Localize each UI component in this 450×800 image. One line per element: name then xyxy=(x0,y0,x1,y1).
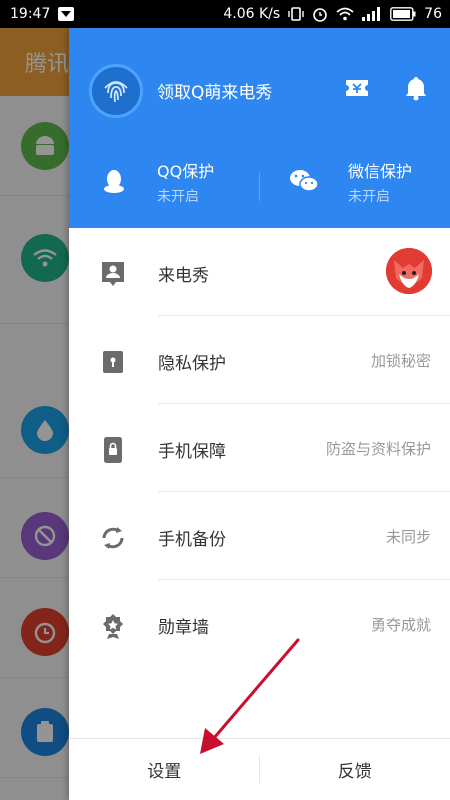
menu-item-value: 未同步 xyxy=(385,528,431,546)
menu-item-medals[interactable]: 勋章墙 勇夺成就 xyxy=(69,580,450,668)
qq-protection-status: 未开启 xyxy=(157,189,199,205)
menu-item-value: 防盗与资料保护 xyxy=(325,440,431,458)
bottom-divider xyxy=(259,755,260,783)
menu-item-label: 勋章墙 xyxy=(158,618,209,638)
drawer-bottom-bar: 设置 反馈 xyxy=(69,738,450,800)
wifi-icon xyxy=(336,7,354,21)
menu-item-phone-protection[interactable]: 手机保障 防盗与资料保护 xyxy=(69,404,450,492)
menu-item-label: 来电秀 xyxy=(158,266,209,286)
drawer-header: 领取Q萌来电秀 QQ保护 未开启 微信保护 未开启 xyxy=(69,28,450,228)
menu-item-label: 手机备份 xyxy=(158,530,226,550)
privacy-lock-icon xyxy=(99,348,127,376)
menu-item-privacy[interactable]: 隐私保护 加锁秘密 xyxy=(69,316,450,404)
menu-item-label: 隐私保护 xyxy=(158,354,226,374)
wechat-icon xyxy=(289,168,319,198)
qq-penguin-icon xyxy=(103,168,125,198)
menu-item-backup[interactable]: 手机备份 未同步 xyxy=(69,492,450,580)
phone-lock-icon xyxy=(99,436,127,464)
vibrate-icon xyxy=(288,6,304,22)
network-speed: 4.06 K/s xyxy=(223,6,281,22)
header-promo-title[interactable]: 领取Q萌来电秀 xyxy=(157,78,272,103)
menu-item-call-show[interactable]: 来电秀 xyxy=(69,228,450,316)
battery-icon xyxy=(390,7,416,21)
wechat-protection-status: 未开启 xyxy=(348,189,390,205)
navigation-drawer: 领取Q萌来电秀 QQ保护 未开启 微信保护 未开启 来电秀 隐私保护 加锁秘密 … xyxy=(69,28,450,800)
menu-item-value: 加锁秘密 xyxy=(370,352,431,370)
medal-icon xyxy=(99,612,127,640)
settings-button[interactable]: 设置 xyxy=(69,739,260,800)
status-bar: 19:47 4.06 K/s 76 xyxy=(0,0,450,28)
alarm-icon xyxy=(312,6,328,22)
ticket-icon[interactable] xyxy=(344,78,370,102)
battery-level: 76 xyxy=(424,6,442,22)
signal-icon xyxy=(362,7,382,21)
fingerprint-avatar-icon[interactable] xyxy=(89,64,143,118)
status-time: 19:47 xyxy=(10,6,51,22)
wechat-protection-title: 微信保护 xyxy=(348,162,413,181)
bell-icon[interactable] xyxy=(404,75,428,105)
contact-card-icon xyxy=(99,260,127,288)
header-divider xyxy=(259,173,260,201)
sync-icon xyxy=(99,524,127,552)
qq-protection-title: QQ保护 xyxy=(157,162,215,181)
notification-icon xyxy=(58,7,75,21)
menu-item-value: 勇夺成就 xyxy=(370,616,431,634)
menu-item-label: 手机保障 xyxy=(158,442,226,462)
fox-avatar-icon xyxy=(386,248,432,294)
feedback-button[interactable]: 反馈 xyxy=(260,739,450,800)
